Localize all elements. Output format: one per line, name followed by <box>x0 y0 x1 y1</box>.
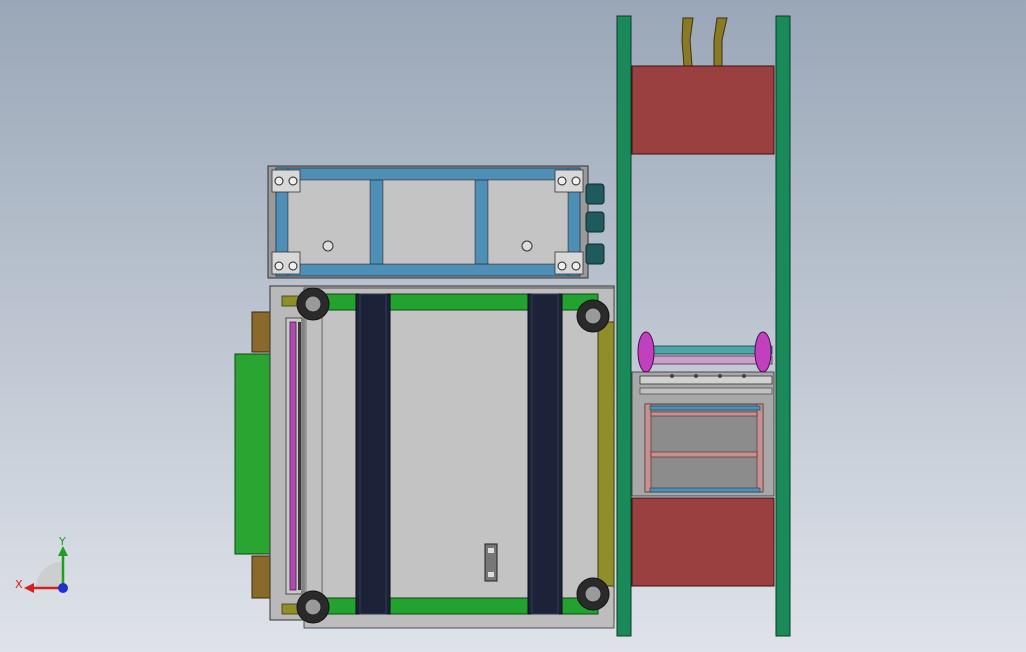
axis-label-x: X <box>15 578 23 591</box>
axis-label-y: Y <box>58 535 66 548</box>
upper-frame-assembly[interactable] <box>267 165 605 279</box>
carriage[interactable] <box>631 331 775 497</box>
cad-viewport[interactable]: Y X <box>0 0 1026 652</box>
lower-frame-assembly[interactable] <box>234 285 615 629</box>
assembly-drawing: Y X <box>0 0 1026 652</box>
